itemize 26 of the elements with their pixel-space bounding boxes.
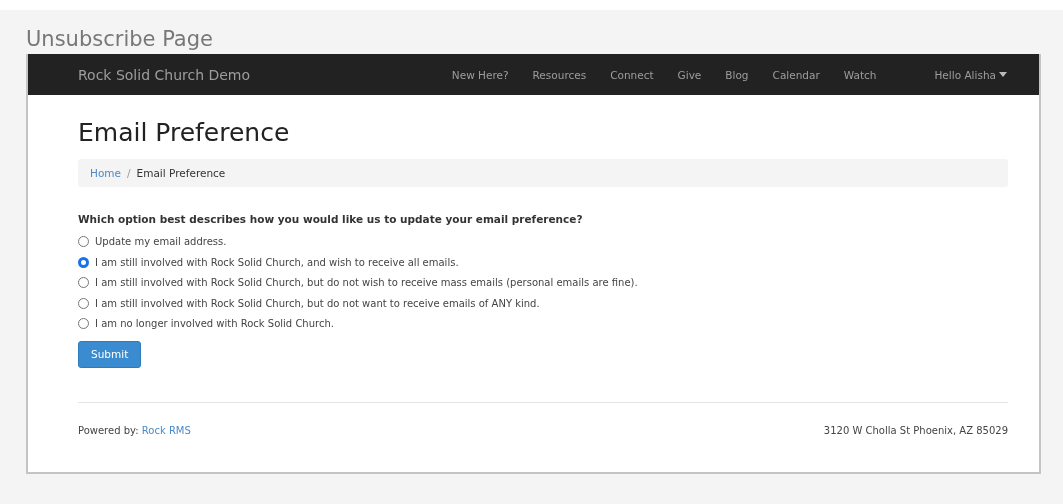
site-brand-link[interactable]: Rock Solid Church Demo [78, 66, 251, 83]
nav-link[interactable]: Resources [532, 68, 587, 81]
user-menu[interactable]: Hello Alisha [934, 68, 1007, 81]
breadcrumb-link[interactable]: Home [90, 167, 121, 179]
page-heading: Email Preference [78, 117, 291, 149]
breadcrumb-current: Email Preference [136, 167, 226, 179]
submit-button[interactable]: Submit [78, 340, 142, 368]
option-label[interactable]: I am still involved with Rock Solid Church, but do not wish to receive mass emails (personal emails are fine). [95, 277, 638, 289]
breadcrumb-separator: / [127, 167, 131, 179]
question-label: Which option best describes how you would like us to update your email preference? [78, 213, 584, 225]
option-label[interactable]: Update my email address. [95, 236, 227, 248]
nav-link[interactable]: Connect [610, 68, 654, 81]
nav-link[interactable]: Blog [725, 68, 749, 81]
caret-icon [999, 72, 1007, 77]
radio-button[interactable] [78, 256, 89, 268]
option-label[interactable]: I am still involved with Rock Solid Church, but do not want to receive emails of ANY kind. [95, 297, 540, 309]
nav-link[interactable]: Give [677, 68, 702, 81]
nav-link[interactable]: New Here? [451, 68, 509, 81]
page-title: Unsubscribe Page [26, 26, 214, 53]
option-label[interactable]: I am still involved with Rock Solid Church, and wish to receive all emails. [95, 256, 459, 268]
address-text: 3120 W Cholla St Phoenix, AZ 85029 [823, 425, 1008, 436]
nav-link[interactable]: Watch [843, 68, 877, 81]
powered-by-label: Powered by: [78, 425, 139, 436]
rock-rms-link[interactable]: Rock RMS [141, 425, 191, 436]
nav-link[interactable]: Calendar [772, 68, 820, 81]
option-label[interactable]: I am no longer involved with Rock Solid Church. [95, 318, 334, 330]
